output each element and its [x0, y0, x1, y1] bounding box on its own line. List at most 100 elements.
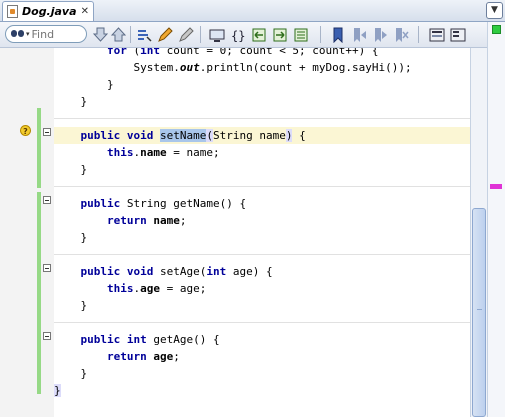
toolbar-separator	[418, 26, 419, 43]
comment-lines-icon	[294, 28, 307, 41]
code-line[interactable]: public void setName(String name) {	[54, 127, 487, 144]
svg-text:{}: {}	[231, 29, 245, 43]
comment-lines-button[interactable]	[292, 26, 309, 43]
change-bar	[37, 108, 41, 188]
fold-toggle-icon[interactable]	[43, 196, 51, 204]
clear-bookmarks-icon	[395, 27, 409, 42]
code-token: }	[54, 95, 88, 108]
code-line[interactable]: }	[54, 161, 487, 178]
fold-toggle-icon[interactable]	[43, 128, 51, 136]
toggle-bookmark-button[interactable]	[329, 26, 346, 43]
fold-toggle-icon[interactable]	[43, 332, 51, 340]
code-token: int	[206, 265, 227, 278]
hint-glyph: ?	[20, 125, 31, 136]
code-line[interactable]: public void setAge(int age) {	[54, 263, 487, 280]
code-token: this	[106, 146, 134, 159]
code-token: public	[80, 129, 121, 142]
code-token: }	[54, 367, 88, 380]
code-line[interactable]: return name;	[54, 212, 487, 229]
code-token: void	[126, 265, 154, 278]
method-separator	[54, 186, 487, 187]
pencil-icon	[157, 26, 173, 42]
toggle-regex-button[interactable]	[177, 26, 194, 43]
find-input[interactable]	[31, 27, 80, 41]
editor-toolbar: ▾ {}	[0, 22, 505, 48]
tab-list-dropdown-icon[interactable]: ▼	[486, 2, 503, 19]
method-separator	[54, 118, 487, 119]
binoculars-icon[interactable]	[10, 29, 26, 39]
find-box[interactable]: ▾	[5, 25, 87, 43]
code-line[interactable]: }	[54, 93, 487, 110]
clear-bookmarks-button[interactable]	[392, 26, 409, 43]
toggle-selection-button[interactable]	[156, 26, 173, 43]
uncomment-button[interactable]	[271, 26, 288, 43]
vertical-scrollbar[interactable]	[470, 48, 487, 417]
close-tab-icon[interactable]: ✕	[81, 6, 89, 17]
indent-left-icon	[252, 28, 265, 41]
code-line[interactable]: this.name = name;	[54, 144, 487, 161]
tab-dog-java[interactable]: Dog.java ✕	[2, 1, 94, 21]
hint-bulb-icon[interactable]: ?	[20, 125, 32, 139]
shift-right-button[interactable]: {}	[229, 26, 246, 43]
find-previous-button[interactable]	[92, 26, 109, 43]
next-bookmark-button[interactable]	[371, 26, 388, 43]
code-line[interactable]: }	[54, 76, 487, 93]
code-line[interactable]: public String getName() {	[54, 195, 487, 212]
glyph-gutter[interactable]	[0, 48, 40, 417]
code-token: {	[292, 129, 306, 142]
code-editor[interactable]: ? for (int count = 0; count < 5; count++…	[0, 48, 487, 417]
code-folding-gutter[interactable]	[40, 48, 54, 417]
change-bar	[37, 192, 41, 394]
code-token: }	[54, 163, 88, 176]
code-line[interactable]: System.out.println(count + myDog.sayHi()…	[54, 59, 487, 76]
toggle-highlight-button[interactable]	[135, 26, 152, 43]
code-text-area[interactable]: for (int count = 0; count < 5; count++) …	[54, 48, 487, 417]
code-token: }	[54, 299, 88, 312]
previous-bookmark-button[interactable]	[350, 26, 367, 43]
fold-toggle-icon[interactable]	[43, 264, 51, 272]
find-options-caret-icon[interactable]: ▾	[26, 30, 30, 38]
code-token: name	[140, 146, 167, 159]
code-token: count = 0; count < 5; count++) {	[159, 48, 379, 57]
code-token: (	[126, 48, 141, 57]
code-token: age	[153, 350, 174, 363]
record-macro-icon	[429, 28, 444, 41]
no-errors-status-icon[interactable]	[492, 25, 501, 34]
error-stripe[interactable]	[487, 22, 505, 417]
code-token: setAge(	[153, 265, 207, 278]
code-token: String name	[212, 129, 286, 142]
code-token: setName	[160, 129, 207, 142]
code-token: int	[140, 48, 160, 57]
code-line[interactable]: public int getAge() {	[54, 331, 487, 348]
start-macro-button[interactable]	[428, 26, 445, 43]
java-file-icon	[7, 5, 18, 18]
code-line[interactable]: }	[54, 229, 487, 246]
shift-left-button[interactable]	[208, 26, 225, 43]
scrollbar-thumb[interactable]	[472, 208, 486, 417]
code-token: }	[54, 231, 88, 244]
previous-bookmark-icon	[353, 27, 366, 42]
code-token: age) {	[226, 265, 273, 278]
arrow-down-icon	[93, 27, 108, 42]
comment-button[interactable]	[250, 26, 267, 43]
next-bookmark-icon	[374, 27, 387, 42]
occurrence-mark[interactable]	[490, 184, 502, 189]
editor-tab-bar: Dog.java ✕ ▼	[0, 0, 505, 22]
code-line[interactable]: return age;	[54, 348, 487, 365]
code-line[interactable]: for (int count = 0; count < 5; count++) …	[54, 48, 487, 59]
code-line[interactable]: }	[54, 382, 487, 399]
stop-macro-button[interactable]	[449, 26, 466, 43]
code-line[interactable]: }	[54, 297, 487, 314]
find-next-button[interactable]	[110, 26, 127, 43]
code-token: getAge() {	[146, 333, 220, 346]
code-line[interactable]: }	[54, 365, 487, 382]
code-token: }	[54, 78, 114, 91]
code-line[interactable]: this.age = age;	[54, 280, 487, 297]
